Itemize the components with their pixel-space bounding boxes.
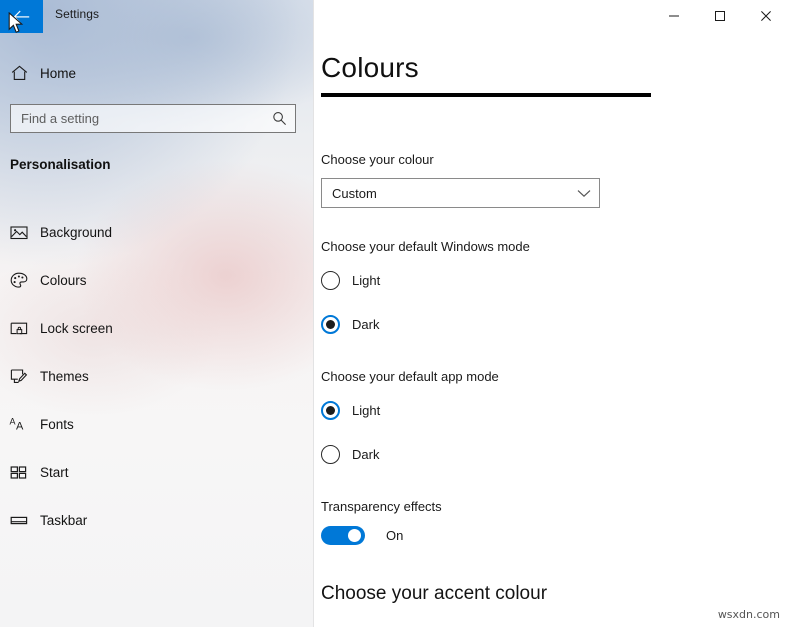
- sidebar-item-lock-screen[interactable]: Lock screen: [0, 304, 300, 352]
- fonts-icon: A A: [0, 416, 38, 432]
- sidebar-item-fonts-label: Fonts: [40, 416, 74, 432]
- back-arrow-icon: [13, 10, 30, 24]
- sidebar-item-home[interactable]: Home: [0, 58, 300, 88]
- svg-text:A: A: [16, 421, 24, 432]
- transparency-effects-state: On: [386, 528, 404, 543]
- taskbar-icon: [0, 514, 38, 527]
- close-button[interactable]: [743, 0, 789, 32]
- settings-content: Colours Choose your colour Custom Choose…: [314, 0, 789, 627]
- image-icon: [0, 225, 38, 240]
- close-icon: [761, 11, 771, 21]
- window-caption-buttons: [651, 0, 789, 32]
- minimize-icon: [669, 15, 679, 17]
- choose-colour-label: Choose your colour: [321, 152, 434, 167]
- maximize-button[interactable]: [697, 0, 743, 32]
- app-title: Settings: [55, 7, 100, 21]
- sidebar-item-background[interactable]: Background: [0, 208, 300, 256]
- sidebar-item-taskbar-label: Taskbar: [40, 512, 88, 528]
- search-box[interactable]: [10, 104, 296, 133]
- maximize-icon: [715, 11, 725, 21]
- sidebar-item-taskbar[interactable]: Taskbar: [0, 496, 300, 544]
- page-title: Colours: [321, 52, 419, 83]
- sidebar-item-fonts[interactable]: A A Fonts: [0, 400, 300, 448]
- sidebar-item-lock-screen-label: Lock screen: [40, 320, 113, 336]
- sidebar-item-themes[interactable]: Themes: [0, 352, 300, 400]
- home-icon: [0, 65, 38, 81]
- app-mode-label: Choose your default app mode: [321, 369, 499, 384]
- app-mode-option-dark[interactable]: Dark: [321, 443, 379, 465]
- radio-windows-dark[interactable]: [321, 314, 340, 334]
- choose-colour-dropdown[interactable]: Custom: [321, 178, 600, 208]
- radio-app-dark[interactable]: [321, 444, 340, 464]
- minimize-button[interactable]: [651, 0, 697, 32]
- toggle-knob: [348, 529, 361, 542]
- watermark: wsxdn.com: [717, 608, 780, 621]
- sidebar-item-colours-label: Colours: [40, 272, 87, 288]
- transparency-effects-toggle-row[interactable]: On: [321, 526, 403, 545]
- radio-windows-light[interactable]: [321, 270, 340, 290]
- transparency-effects-label: Transparency effects: [321, 499, 442, 514]
- svg-text:A: A: [10, 417, 16, 427]
- windows-mode-option-dark-label: Dark: [352, 316, 380, 332]
- lock-screen-icon: [0, 321, 38, 336]
- app-mode-option-light-label: Light: [352, 402, 381, 418]
- sidebar-item-start[interactable]: Start: [0, 448, 300, 496]
- back-button[interactable]: [0, 0, 43, 33]
- app-mode-option-dark-label: Dark: [352, 446, 380, 462]
- choose-colour-value: Custom: [332, 185, 377, 201]
- search-icon[interactable]: [263, 111, 295, 126]
- settings-window: Settings Home Find a setting Personalisa…: [0, 0, 789, 627]
- sidebar-item-start-label: Start: [40, 464, 69, 480]
- page-title-underline: [321, 93, 651, 97]
- sidebar-item-colours[interactable]: Colours: [0, 256, 300, 304]
- settings-sidebar: Settings Home Find a setting Personalisa…: [0, 0, 314, 627]
- themes-brush-icon: [0, 368, 38, 384]
- sidebar-item-background-label: Background: [40, 224, 113, 240]
- sidebar-group-heading: Personalisation: [10, 157, 111, 172]
- search-input[interactable]: [11, 105, 263, 132]
- chevron-down-icon: [569, 189, 599, 198]
- windows-mode-label: Choose your default Windows mode: [321, 239, 530, 254]
- windows-mode-option-light-label: Light: [352, 272, 381, 288]
- sidebar-item-home-label: Home: [40, 65, 77, 81]
- palette-icon: [0, 272, 38, 289]
- start-tiles-icon: [0, 465, 38, 480]
- windows-mode-option-light[interactable]: Light: [321, 269, 380, 291]
- transparency-effects-toggle[interactable]: [321, 526, 365, 545]
- sidebar-item-themes-label: Themes: [40, 368, 89, 384]
- accent-colour-heading: Choose your accent colour: [321, 583, 548, 604]
- app-mode-option-light[interactable]: Light: [321, 399, 380, 421]
- sidebar-nav-list: Background Colours Lock screen Themes A …: [0, 208, 300, 544]
- radio-app-light[interactable]: [321, 400, 340, 420]
- windows-mode-option-dark[interactable]: Dark: [321, 313, 379, 335]
